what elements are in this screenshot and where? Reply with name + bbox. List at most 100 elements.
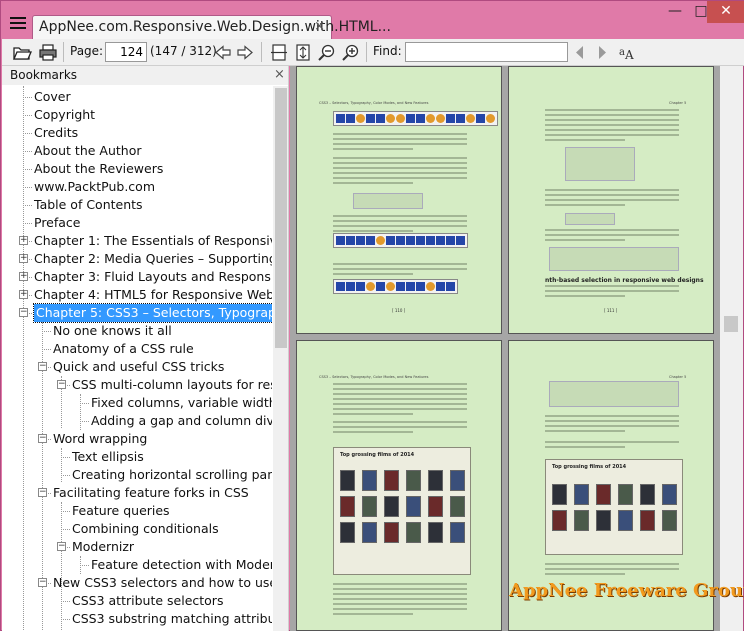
text-line <box>545 194 679 196</box>
tree-connector <box>23 97 32 98</box>
square-shape <box>356 282 365 291</box>
bookmarks-scrollbar[interactable] <box>273 86 288 631</box>
hamburger-menu-icon[interactable] <box>10 17 26 31</box>
match-case-icon[interactable]: a A <box>618 43 636 62</box>
open-folder-icon[interactable] <box>12 43 32 62</box>
expand-icon[interactable]: + <box>19 236 28 245</box>
bookmark-item[interactable]: Creating horizontal scrolling panels <box>72 466 272 484</box>
text-line <box>333 603 467 605</box>
bookmark-item[interactable]: About the Author <box>34 142 142 160</box>
collapse-icon[interactable]: − <box>38 578 47 587</box>
bookmarks-scrollbar-thumb[interactable] <box>275 88 287 348</box>
text-line <box>545 189 679 191</box>
circle-shape <box>426 282 435 291</box>
film-poster <box>574 510 589 531</box>
bookmark-item[interactable]: No one knows it all <box>53 322 172 340</box>
collapse-icon[interactable]: − <box>57 380 66 389</box>
bookmark-item[interactable]: Word wrapping <box>53 430 147 448</box>
bookmark-item[interactable]: Fixed columns, variable width <box>91 394 272 412</box>
square-shape <box>336 114 345 123</box>
shape-row-figure <box>333 279 458 294</box>
document-scrollbar-thumb[interactable] <box>724 316 738 332</box>
find-previous-icon[interactable] <box>573 43 587 62</box>
collapse-icon[interactable]: − <box>38 488 47 497</box>
code-block <box>565 213 615 225</box>
document-tab[interactable]: AppNee.com.Responsive.Web.Design.with.HT… <box>32 15 391 39</box>
bookmark-item[interactable]: Feature detection with Modernizr <box>91 556 272 574</box>
bookmark-item[interactable]: Quick and useful CSS tricks <box>53 358 224 376</box>
tree-connector <box>61 601 70 602</box>
zoom-out-icon[interactable] <box>318 43 336 62</box>
bookmark-item[interactable]: Modernizr <box>72 538 134 556</box>
text-line <box>545 290 679 292</box>
square-shape <box>346 282 355 291</box>
bookmark-item[interactable]: Anatomy of a CSS rule <box>53 340 194 358</box>
page-number-input[interactable] <box>105 42 147 62</box>
fit-width-icon[interactable] <box>270 43 288 62</box>
bookmark-item[interactable]: Chapter 1: The Essentials of Responsive … <box>34 232 272 250</box>
bookmark-item[interactable]: Copyright <box>34 106 95 124</box>
bookmark-item[interactable]: CSS3 substring matching attribute sele <box>72 610 272 628</box>
film-poster <box>618 484 633 505</box>
text-line <box>545 573 626 575</box>
bookmarks-close-icon[interactable]: × <box>274 67 285 82</box>
text-line <box>545 239 626 241</box>
print-icon[interactable] <box>38 43 58 62</box>
document-scrollbar[interactable] <box>720 66 743 631</box>
fit-page-icon[interactable] <box>294 43 312 62</box>
text-line <box>545 285 679 287</box>
zoom-in-icon[interactable] <box>342 43 360 62</box>
square-shape <box>446 282 455 291</box>
tab-close-icon[interactable]: × <box>314 19 325 34</box>
bookmark-item[interactable]: Preface <box>34 214 81 232</box>
text-line <box>333 421 467 423</box>
tree-guide-line <box>61 448 62 482</box>
film-poster <box>662 510 677 531</box>
bookmark-item[interactable]: Chapter 4: HTML5 for Responsive Web Desi… <box>34 286 272 304</box>
bookmark-item[interactable]: Feature queries <box>72 502 170 520</box>
collapse-icon[interactable]: − <box>38 434 47 443</box>
bookmark-item[interactable]: About the Reviewers <box>34 160 163 178</box>
text-line <box>545 295 626 297</box>
expand-icon[interactable]: + <box>19 254 28 263</box>
bookmark-item[interactable]: Chapter 5: CSS3 – Selectors, Typography,… <box>32 303 272 323</box>
previous-page-icon[interactable] <box>214 43 232 62</box>
bookmark-item[interactable]: Text ellipsis <box>72 448 144 466</box>
collapse-icon[interactable]: − <box>19 308 28 317</box>
film-poster <box>362 470 377 491</box>
collapse-icon[interactable]: − <box>38 362 47 371</box>
page-footer: [ 111 ] <box>604 308 618 313</box>
next-page-icon[interactable] <box>236 43 254 62</box>
find-input[interactable] <box>405 42 568 62</box>
square-shape <box>446 236 455 245</box>
bookmark-item[interactable]: Combining conditionals <box>72 520 219 538</box>
film-poster <box>552 484 567 505</box>
text-line <box>545 109 679 111</box>
square-shape <box>356 236 365 245</box>
find-next-icon[interactable] <box>595 43 609 62</box>
text-line <box>545 563 679 565</box>
bookmark-item[interactable]: New CSS3 selectors and how to use them <box>53 574 272 592</box>
bookmark-item[interactable]: Chapter 3: Fluid Layouts and Responsive … <box>34 268 272 286</box>
bookmark-item[interactable]: CSS3 attribute selectors <box>72 592 223 610</box>
square-shape <box>416 236 425 245</box>
expand-icon[interactable]: + <box>19 290 28 299</box>
collapse-icon[interactable]: − <box>57 542 66 551</box>
close-button[interactable]: ✕ <box>707 1 744 23</box>
circle-shape <box>356 114 365 123</box>
bookmark-item[interactable]: CSS multi-column layouts for respons <box>72 376 272 394</box>
document-view[interactable]: CSS3 – Selectors, Typography, Color Mode… <box>290 66 720 631</box>
bookmark-item[interactable]: www.PacktPub.com <box>34 178 155 196</box>
film-poster <box>406 522 421 543</box>
bookmark-item[interactable]: Table of Contents <box>34 196 143 214</box>
bookmark-item[interactable]: Cover <box>34 88 71 106</box>
bookmark-item[interactable]: Adding a gap and column divider <box>91 412 272 430</box>
minimize-button[interactable]: — <box>662 1 688 23</box>
film-poster <box>340 522 355 543</box>
bookmark-item[interactable]: Facilitating feature forks in CSS <box>53 484 249 502</box>
bookmark-item[interactable]: Chapter 2: Media Queries – Supporting Di… <box>34 250 272 268</box>
expand-icon[interactable]: + <box>19 272 28 281</box>
pdf-page: CSS3 – Selectors, Typography, Color Mode… <box>296 340 502 631</box>
bookmark-item[interactable]: Credits <box>34 124 78 142</box>
pdf-page: Chapter 5 nth-based selection in respons… <box>508 66 714 334</box>
